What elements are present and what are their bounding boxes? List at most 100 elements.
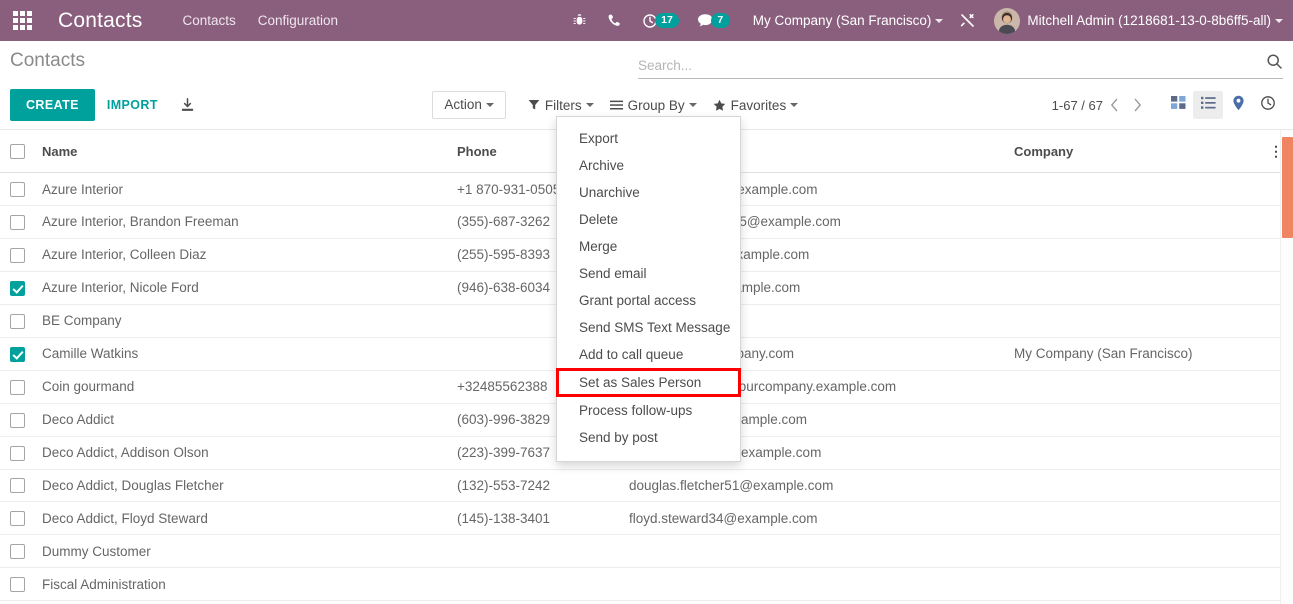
view-list-button[interactable] [1193,91,1223,119]
cell-spacer [1261,205,1281,239]
column-header-company[interactable]: Company [1006,130,1261,174]
cell-email: floyd.steward34@example.com [621,501,1006,536]
avatar[interactable] [994,7,1021,34]
action-button-label: Action [444,97,482,112]
row-checkbox[interactable] [10,280,25,296]
row-select-cell [0,436,34,470]
cell-company [1006,501,1261,536]
search-input[interactable] [638,58,1266,78]
table-row[interactable]: Fiscal Administration [0,567,1281,602]
download-icon[interactable] [180,97,195,113]
action-menu-item[interactable]: Archive [557,152,740,179]
pager-value[interactable]: 1-67 / 67 [1052,98,1103,113]
top-navbar: Contacts Contacts Configuration 17 7 My … [0,0,1293,41]
activity-counter[interactable]: 17 [642,12,679,29]
cell-name: BE Company [34,304,449,338]
cell-name: Deco Addict, Douglas Fletcher [34,469,449,503]
optional-columns-dropdown[interactable]: ⋮ [1261,130,1283,174]
cell-company [1006,403,1261,437]
action-menu-item[interactable]: Delete [557,206,740,233]
table-row[interactable]: Deco Addict, Floyd Steward (145)-138-3401… [0,501,1281,536]
row-checkbox[interactable] [10,247,25,263]
favorites-dropdown[interactable]: Favorites [713,98,799,113]
messaging-counter[interactable]: 7 [697,12,730,29]
cell-email: douglas.fletcher51@example.com [621,469,1006,503]
action-menu-item[interactable]: Unarchive [557,179,740,206]
cell-spacer [1261,469,1281,503]
apps-grid-icon[interactable] [0,11,44,30]
groupby-dropdown[interactable]: Group By [609,98,697,113]
action-button[interactable]: Action [432,91,506,119]
row-checkbox[interactable] [10,412,25,428]
create-button[interactable]: CREATE [10,89,95,121]
clock-icon [1260,95,1276,116]
view-activity-button[interactable] [1253,91,1283,119]
nav-menu-configuration[interactable]: Configuration [258,13,338,28]
cell-name: Azure Interior, Nicole Ford [34,271,449,305]
cell-phone [449,567,621,602]
row-checkbox[interactable] [10,313,25,329]
row-select-cell [0,238,34,272]
action-menu-item[interactable]: Merge [557,233,740,260]
filters-dropdown[interactable]: Filters [528,98,594,113]
cell-company: My Company (San Francisco) [1006,337,1261,371]
vertical-scrollbar[interactable] [1280,130,1293,604]
action-menu-item[interactable]: Send email [557,260,740,287]
bug-icon[interactable] [572,13,587,28]
row-checkbox[interactable] [10,445,25,461]
phone-icon[interactable] [607,13,623,29]
user-menu[interactable]: Mitchell Admin (1218681-13-0-8b6ff5-all) [1027,13,1283,28]
company-switcher[interactable]: My Company (San Francisco) [753,13,944,28]
action-menu-item[interactable]: Export [557,125,740,152]
star-icon [713,99,726,112]
breadcrumb[interactable]: Contacts [10,41,85,72]
import-button[interactable]: IMPORT [95,89,170,121]
cell-name: Camille Watkins [34,337,449,371]
company-switcher-label: My Company (San Francisco) [752,13,932,28]
cell-company [1006,469,1261,503]
row-checkbox[interactable] [10,346,25,362]
chevron-right-icon[interactable] [1126,96,1149,114]
row-checkbox[interactable] [10,511,25,527]
table-row[interactable]: Deco Addict, Douglas Fletcher (132)-553-7… [0,469,1281,503]
chevron-left-icon[interactable] [1103,96,1126,114]
action-menu-item[interactable]: Send by post [557,424,740,451]
action-menu-item[interactable]: Process follow-ups [557,397,740,424]
view-map-button[interactable] [1223,91,1253,119]
view-switcher [1163,91,1283,119]
wrench-screwdriver-icon[interactable] [959,12,976,29]
row-checkbox[interactable] [10,182,25,197]
app-brand-title[interactable]: Contacts [58,9,142,33]
cell-email [621,534,1006,569]
cell-spacer [1261,403,1281,437]
user-menu-label: Mitchell Admin (1218681-13-0-8b6ff5-all) [1027,13,1271,28]
row-checkbox[interactable] [10,214,25,230]
search-icon[interactable] [1266,53,1283,78]
column-header-name[interactable]: Name [34,130,449,174]
search-options: Filters Group By Favorites [528,98,814,113]
cell-name: Deco Addict, Floyd Steward [34,501,449,536]
nav-menu-contacts[interactable]: Contacts [182,13,235,28]
kanban-icon [1170,95,1186,115]
row-checkbox[interactable] [10,478,25,494]
table-row[interactable]: Dummy Customer [0,534,1281,569]
row-checkbox[interactable] [10,544,25,560]
action-menu-item[interactable]: Grant portal access [557,287,740,314]
select-all-checkbox[interactable] [10,144,25,160]
action-menu-item[interactable]: Add to call queue [557,341,740,368]
cell-name: Azure Interior, Colleen Diaz [34,238,449,272]
row-select-cell [0,501,34,536]
scrollbar-thumb[interactable] [1282,137,1293,238]
cell-spacer [1261,436,1281,470]
cell-name: Deco Addict, Addison Olson [34,436,449,470]
view-kanban-button[interactable] [1163,91,1193,119]
row-checkbox[interactable] [10,379,25,395]
action-menu-item[interactable]: Set as Sales Person [556,368,741,397]
action-menu-item[interactable]: Send SMS Text Message [557,314,740,341]
bars-icon [609,99,623,111]
cell-name: Fiscal Administration [34,567,449,602]
row-select-cell [0,172,34,206]
row-checkbox[interactable] [10,577,25,593]
chevron-down-icon [485,103,494,108]
pager-and-views: 1-67 / 67 [1052,91,1283,119]
